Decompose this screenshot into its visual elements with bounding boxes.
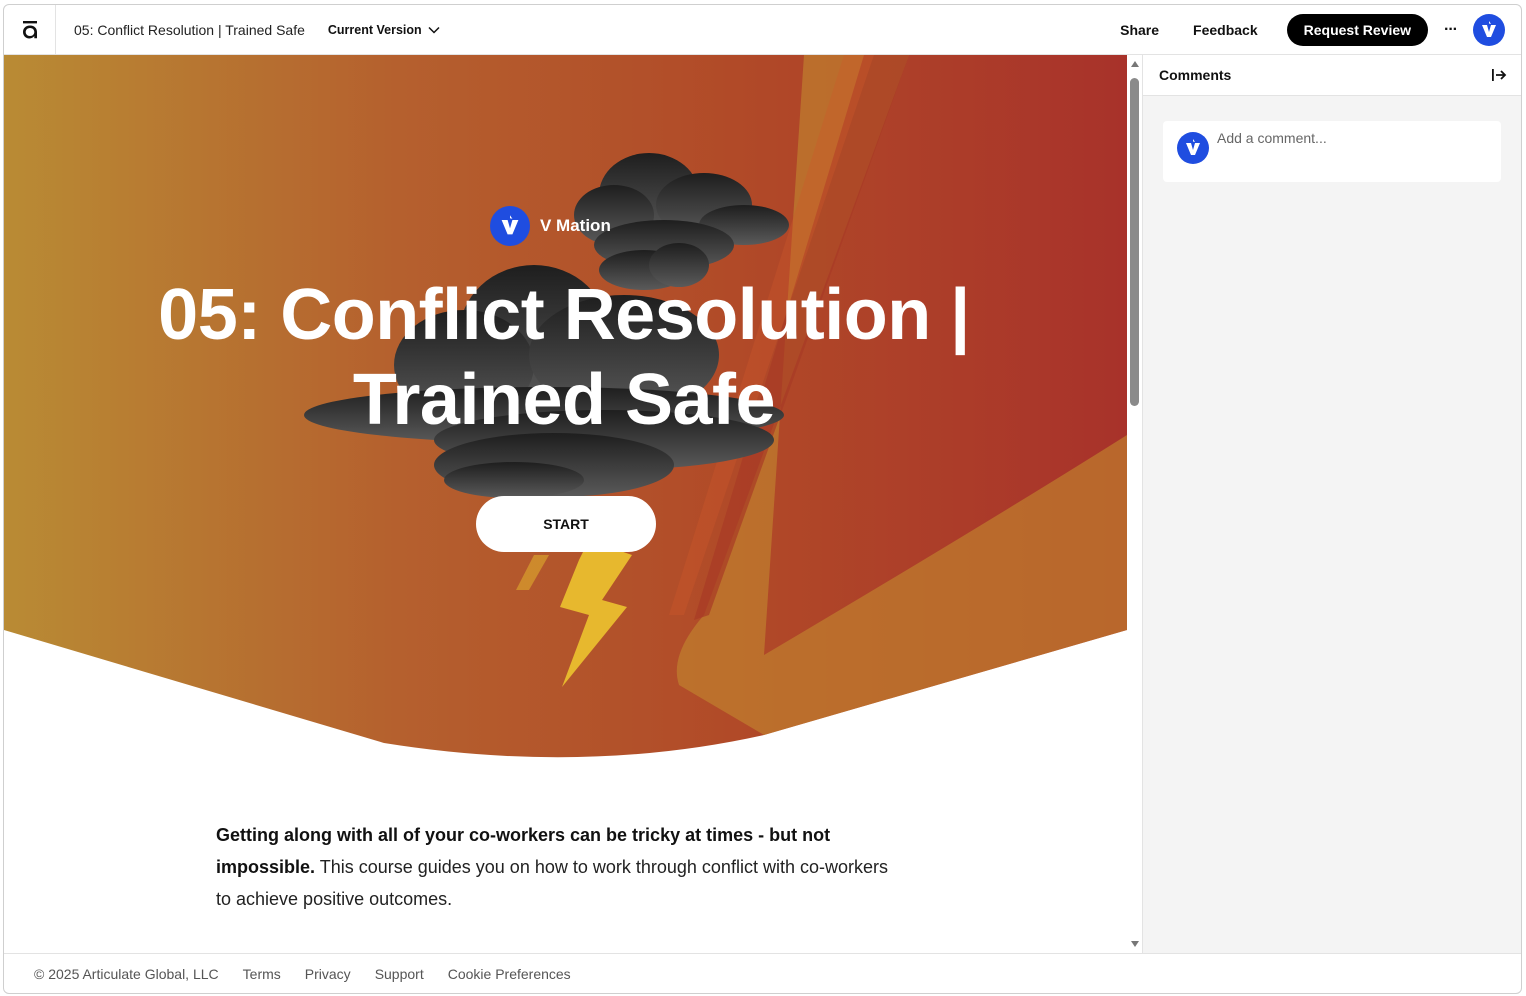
hero-section: V Mation 05: Conflict Resolution | Train… <box>4 55 1127 775</box>
user-avatar[interactable] <box>1473 13 1505 46</box>
support-link[interactable]: Support <box>375 966 424 982</box>
commenter-avatar <box>1177 132 1209 164</box>
comment-composer[interactable] <box>1163 121 1501 182</box>
intro-body-text: This course guides you on how to work th… <box>216 857 888 909</box>
v-mation-logo-icon <box>501 215 519 235</box>
comments-title: Comments <box>1159 67 1232 83</box>
articulate-logo[interactable] <box>4 4 56 55</box>
collapse-panel-icon[interactable] <box>1491 68 1507 82</box>
start-button[interactable]: START <box>476 496 656 552</box>
cookie-preferences-link[interactable]: Cookie Preferences <box>448 966 571 982</box>
chevron-down-icon <box>428 26 440 34</box>
version-label: Current Version <box>327 22 422 37</box>
articulate-a-icon <box>22 20 37 38</box>
footer: © 2025 Articulate Global, LLC Terms Priv… <box>4 953 1521 993</box>
brand-name: V Mation <box>540 216 611 235</box>
comment-input[interactable] <box>1217 130 1477 146</box>
copyright-text: © 2025 Articulate Global, LLC <box>34 965 219 982</box>
course-title: 05: Conflict Resolution | Trained Safe <box>158 275 970 440</box>
comments-panel: Comments <box>1143 55 1521 953</box>
scroll-thumb[interactable] <box>1130 78 1139 406</box>
scroll-up-arrow-icon[interactable] <box>1131 61 1139 67</box>
course-content: V Mation 05: Conflict Resolution | Train… <box>4 55 1127 953</box>
v-mation-avatar-icon <box>1482 20 1496 37</box>
scroll-down-arrow-icon[interactable] <box>1131 941 1139 947</box>
comments-header: Comments <box>1143 55 1521 96</box>
brand-logo: V Mation <box>490 206 611 246</box>
brand-icon-circle <box>490 206 530 246</box>
more-options-button[interactable]: ··· <box>1444 21 1458 39</box>
v-mation-avatar-icon <box>1186 139 1200 155</box>
top-bar: 05: Conflict Resolution | Trained Safe C… <box>4 4 1521 55</box>
request-review-button[interactable]: Request Review <box>1286 13 1429 46</box>
content-scrollbar[interactable] <box>1127 55 1143 953</box>
version-dropdown[interactable]: Current Version <box>328 23 440 37</box>
top-actions: Share Feedback Request Review ··· <box>1120 5 1521 54</box>
course-intro: Getting along with all of your co-worker… <box>216 819 896 915</box>
privacy-link[interactable]: Privacy <box>305 966 351 982</box>
feedback-button[interactable]: Feedback <box>1193 22 1258 38</box>
document-title: 05: Conflict Resolution | Trained Safe <box>74 21 305 38</box>
terms-link[interactable]: Terms <box>243 966 281 982</box>
share-button[interactable]: Share <box>1120 22 1159 38</box>
